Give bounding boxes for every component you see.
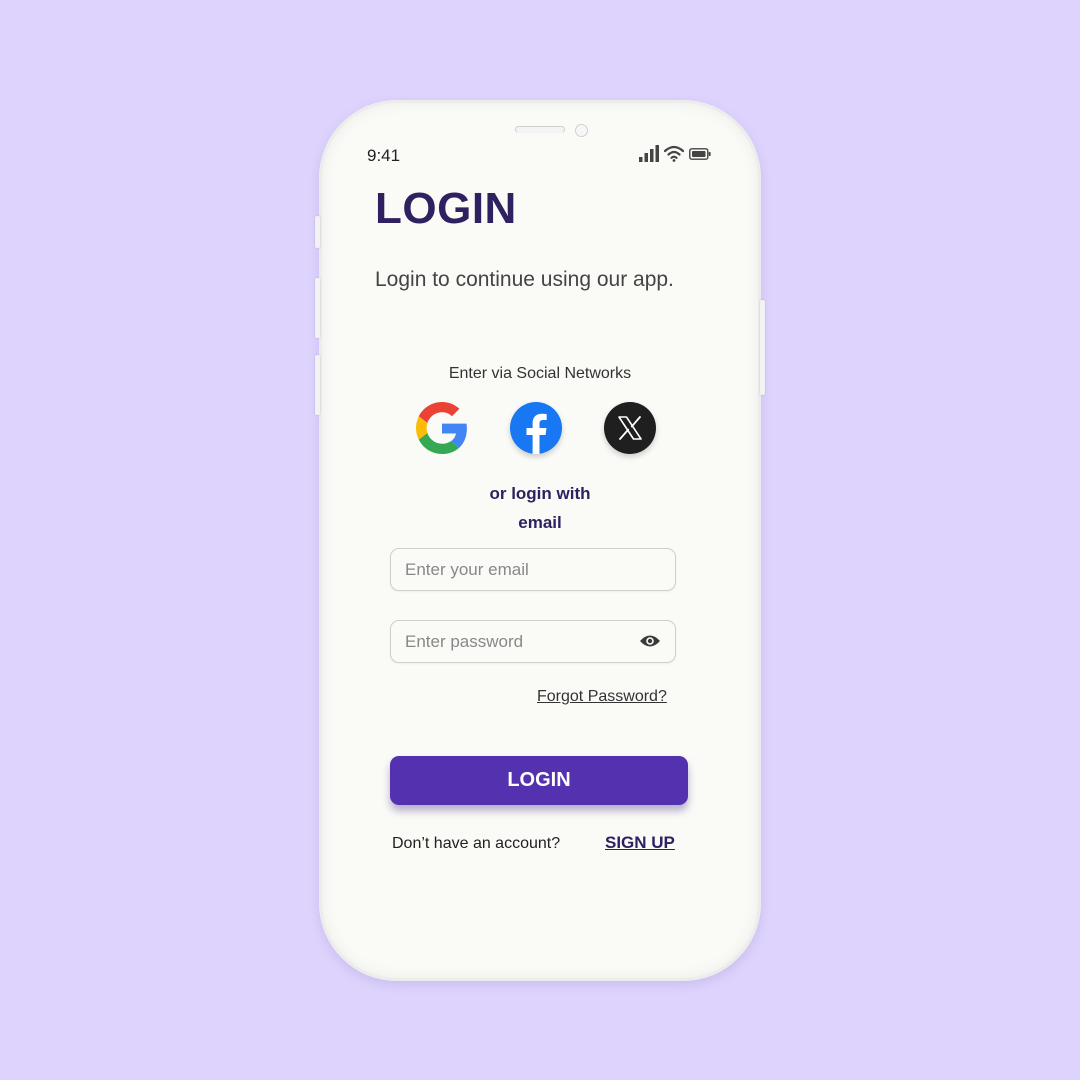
divider-line1: or login with bbox=[489, 484, 591, 503]
signal-icon bbox=[639, 145, 659, 162]
google-icon bbox=[416, 402, 467, 454]
sign-up-link[interactable]: SIGN UP bbox=[605, 833, 675, 853]
social-login-row bbox=[416, 402, 656, 454]
email-login-divider: or login with email bbox=[319, 479, 761, 537]
speaker-grille bbox=[515, 126, 565, 133]
facebook-login-button[interactable] bbox=[510, 402, 562, 454]
facebook-icon bbox=[526, 413, 547, 454]
password-input[interactable] bbox=[405, 621, 625, 662]
volume-up-button bbox=[315, 278, 320, 338]
no-account-text: Don’t have an account? bbox=[392, 835, 561, 852]
google-login-button[interactable] bbox=[416, 402, 468, 454]
status-time: 9:41 bbox=[367, 146, 401, 165]
email-input[interactable] bbox=[405, 549, 625, 590]
page-title: LOGIN bbox=[375, 184, 517, 233]
x-icon bbox=[618, 416, 642, 440]
social-login-label: Enter via Social Networks bbox=[448, 365, 632, 382]
x-login-button[interactable] bbox=[604, 402, 656, 454]
forgot-password-link[interactable]: Forgot Password? bbox=[537, 688, 667, 706]
email-field[interactable] bbox=[390, 548, 676, 591]
page-subtitle: Login to continue using our app. bbox=[375, 268, 674, 291]
wifi-icon bbox=[664, 145, 684, 162]
divider-line2: email bbox=[518, 513, 562, 532]
front-camera bbox=[575, 124, 588, 137]
battery-icon bbox=[689, 148, 711, 160]
volume-down-button bbox=[315, 355, 320, 415]
status-icons bbox=[639, 145, 711, 162]
login-button[interactable]: LOGIN bbox=[390, 756, 688, 805]
eye-icon[interactable] bbox=[639, 633, 661, 649]
mute-switch bbox=[315, 216, 320, 248]
phone-frame: 9:41 LOGIN Login to continue using our a… bbox=[315, 100, 765, 981]
password-field[interactable] bbox=[390, 620, 676, 663]
